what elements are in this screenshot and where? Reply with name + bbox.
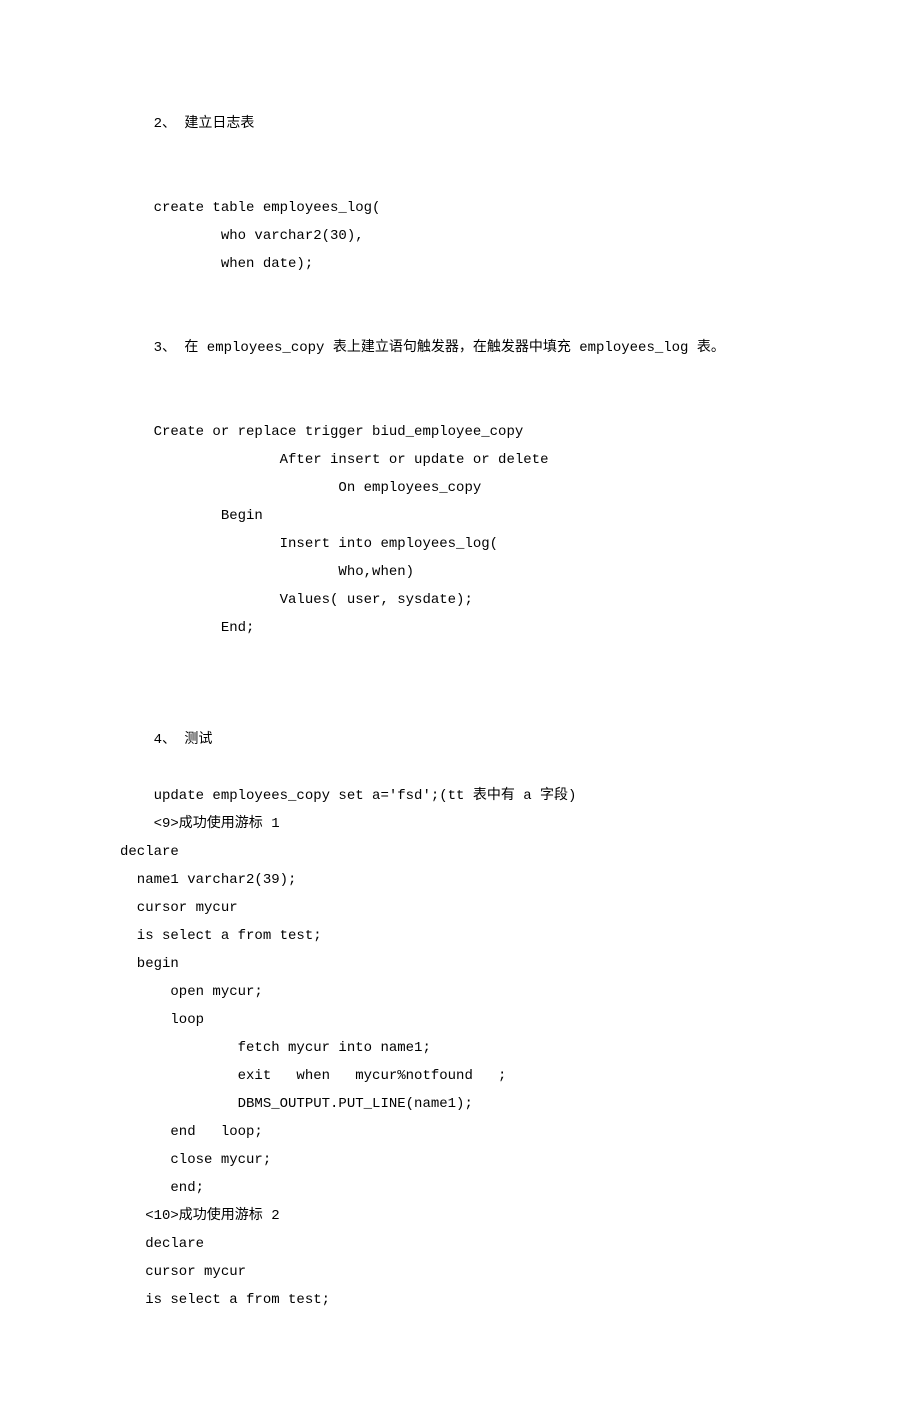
doc-line: who varchar2(30),	[120, 222, 920, 250]
blank-line	[120, 670, 920, 698]
doc-line: begin	[120, 950, 920, 978]
doc-line: update employees_copy set a='fsd';(tt 表中…	[120, 782, 920, 810]
doc-line: <10>成功使用游标 2	[120, 1202, 920, 1230]
doc-line: Create or replace trigger biud_employee_…	[120, 418, 920, 446]
doc-line: declare	[120, 838, 920, 866]
doc-line: is select a from test;	[120, 922, 920, 950]
doc-line: On employees_copy	[120, 474, 920, 502]
doc-line: Insert into employees_log(	[120, 530, 920, 558]
doc-line: is select a from test;	[120, 1286, 920, 1314]
doc-line: Values( user, sysdate);	[120, 586, 920, 614]
doc-line: 2、 建立日志表	[120, 110, 920, 138]
doc-line: 3、 在 employees_copy 表上建立语句触发器，在触发器中填充 em…	[120, 334, 920, 362]
blank-line	[120, 754, 920, 782]
doc-line: cursor mycur	[120, 894, 920, 922]
doc-line: open mycur;	[120, 978, 920, 1006]
doc-line: create table employees_log(	[120, 194, 920, 222]
blank-line	[120, 166, 920, 194]
doc-line: Begin	[120, 502, 920, 530]
blank-line	[120, 362, 920, 390]
doc-line: cursor mycur	[120, 1258, 920, 1286]
doc-line: DBMS_OUTPUT.PUT_LINE(name1);	[120, 1090, 920, 1118]
doc-line: when date);	[120, 250, 920, 278]
doc-line: loop	[120, 1006, 920, 1034]
blank-line	[120, 642, 920, 670]
doc-line: 4、 测试	[120, 726, 920, 754]
doc-line: After insert or update or delete	[120, 446, 920, 474]
doc-line: close mycur;	[120, 1146, 920, 1174]
doc-line: fetch mycur into name1;	[120, 1034, 920, 1062]
doc-line: End;	[120, 614, 920, 642]
blank-line	[120, 138, 920, 166]
blank-line	[120, 390, 920, 418]
blank-line	[120, 698, 920, 726]
doc-line: declare	[120, 1230, 920, 1258]
doc-line: end loop;	[120, 1118, 920, 1146]
blank-line	[120, 278, 920, 306]
doc-line: <9>成功使用游标 1	[120, 810, 920, 838]
doc-line: exit when mycur%notfound ;	[120, 1062, 920, 1090]
doc-line: name1 varchar2(39);	[120, 866, 920, 894]
blank-line	[120, 306, 920, 334]
doc-line: Who,when)	[120, 558, 920, 586]
doc-line: end;	[120, 1174, 920, 1202]
